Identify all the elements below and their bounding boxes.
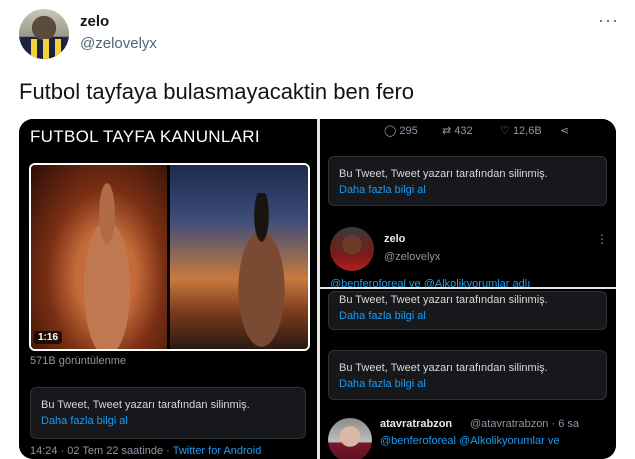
video-player[interactable]: 1:16 xyxy=(29,163,310,351)
deleted-tweet-notice: Bu Tweet, Tweet yazarı tarafından silinm… xyxy=(30,387,306,439)
retweet-action[interactable]: ⇄ 432 xyxy=(442,124,473,137)
reply-author-handle[interactable]: @zelovelyx xyxy=(384,251,440,263)
like-count: 12,6B xyxy=(512,125,542,137)
reply-avatar[interactable] xyxy=(330,227,374,271)
view-count: 571B görüntülenme xyxy=(30,355,127,367)
author-handle[interactable]: @zelovelyx xyxy=(80,35,157,52)
deleted-tweet-notice: Bu Tweet, Tweet yazarı tarafından silinm… xyxy=(328,156,607,206)
more-options-icon[interactable]: ··· xyxy=(598,10,619,31)
deleted-message: Bu Tweet, Tweet yazarı tarafından silinm… xyxy=(339,168,548,180)
deleted-message: Bu Tweet, Tweet yazarı tarafından silinm… xyxy=(339,362,548,374)
bottom-user-name[interactable]: atavratrabzon xyxy=(380,418,452,430)
share-icon[interactable]: ⋖ xyxy=(560,124,569,137)
learn-more-link[interactable]: Daha fazla bilgi al xyxy=(339,184,426,196)
reply-count: 295 xyxy=(399,125,418,137)
reply-action[interactable]: ◯ 295 xyxy=(384,124,418,137)
retweet-icon: ⇄ xyxy=(442,125,452,137)
learn-more-link[interactable]: Daha fazla bilgi al xyxy=(339,310,426,322)
deleted-tweet-notice: Bu Tweet, Tweet yazarı tarafından silinm… xyxy=(328,350,607,400)
tweet-media[interactable]: FUTBOL TAYFA KANUNLARI 1:16 571B görüntü… xyxy=(19,119,616,459)
deleted-message: Bu Tweet, Tweet yazarı tarafından silinm… xyxy=(339,294,548,306)
media-divider-horizontal xyxy=(320,287,616,289)
author-name[interactable]: zelo xyxy=(80,13,109,30)
media-right-panel: ◯ 295 ⇄ 432 ♡ 12,6B ⋖ Bu Tweet, Tweet ya… xyxy=(320,119,616,459)
bottom-user-handle[interactable]: @atavratrabzon · 6 sa xyxy=(470,418,579,430)
deleted-tweet-notice: Bu Tweet, Tweet yazarı tarafından silinm… xyxy=(328,291,607,330)
author-avatar[interactable] xyxy=(19,9,69,59)
media-left-panel: FUTBOL TAYFA KANUNLARI 1:16 571B görüntü… xyxy=(19,119,317,459)
media-title: FUTBOL TAYFA KANUNLARI xyxy=(30,127,260,146)
learn-more-link[interactable]: Daha fazla bilgi al xyxy=(41,415,128,427)
reply-author-name[interactable]: zelo xyxy=(384,233,405,245)
retweet-count: 432 xyxy=(454,125,473,137)
tweet-text: Futbol tayfaya bulasmayacaktin ben fero xyxy=(19,79,415,104)
video-frame-singer xyxy=(31,165,167,349)
bottom-user-avatar[interactable] xyxy=(328,418,372,459)
video-frame-sunset xyxy=(170,165,308,349)
deleted-message: Bu Tweet, Tweet yazarı tarafından silinm… xyxy=(41,399,250,411)
bottom-user-mentions[interactable]: @benferoforeal @Alkolikyorumlar ve xyxy=(380,435,559,447)
learn-more-link[interactable]: Daha fazla bilgi al xyxy=(339,378,426,390)
tweet-actions: ◯ 295 ⇄ 432 ♡ 12,6B ⋖ xyxy=(320,121,616,141)
heart-icon: ♡ xyxy=(500,125,510,137)
tweet-timestamp-line: 14:24 · 02 Tem 22 saatinde · Twitter for… xyxy=(30,445,261,457)
timestamp: 14:24 · 02 Tem 22 saatinde · xyxy=(30,445,170,457)
source-link[interactable]: Twitter for Android xyxy=(173,445,262,457)
like-action[interactable]: ♡ 12,6B xyxy=(500,124,542,137)
video-duration: 1:16 xyxy=(34,331,63,344)
more-options-icon[interactable]: ⋮ xyxy=(596,232,608,246)
reply-icon: ◯ xyxy=(384,125,397,137)
